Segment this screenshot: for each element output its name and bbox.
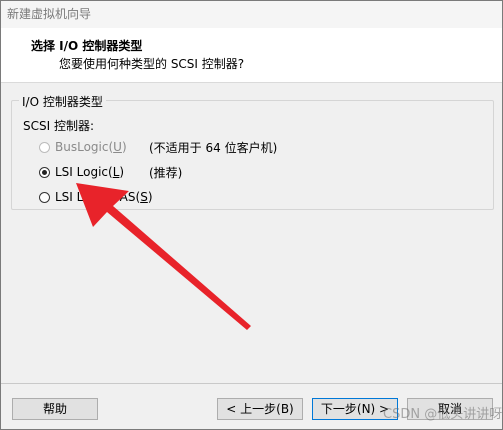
help-button[interactable]: 帮助 bbox=[12, 398, 98, 420]
footer-divider bbox=[1, 383, 502, 384]
watermark-text: CSDN @低头讲讲呀 bbox=[383, 407, 503, 422]
back-button[interactable]: < 上一步(B) bbox=[217, 398, 303, 420]
wizard-window: 新建虚拟机向导 选择 I/O 控制器类型 您要使用何种类型的 SCSI 控制器?… bbox=[0, 0, 503, 430]
arrow-shape bbox=[76, 183, 251, 330]
annotation-arrow-icon bbox=[76, 183, 251, 330]
